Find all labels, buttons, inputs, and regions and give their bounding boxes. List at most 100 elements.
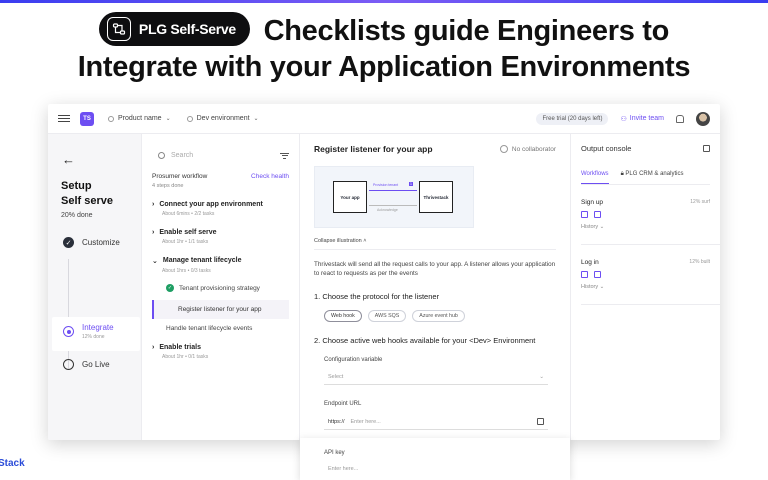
provision-arrow	[369, 190, 417, 191]
step-customize[interactable]: ✓ Customize	[63, 237, 120, 248]
group-enable-self-serve[interactable]: › Enable self serve About 1hr • 1/1 tasks	[152, 229, 289, 245]
event-name: Log in	[581, 259, 599, 266]
task-tenant-provisioning[interactable]: ✓ Tenant provisioning strategy	[166, 284, 289, 292]
group-title: Enable trials	[159, 344, 201, 351]
step-connector	[68, 259, 69, 319]
app-header: TS Product name ⌄ Dev environment ⌄ Free…	[48, 104, 720, 134]
collaborator-selector[interactable]: No collaborator	[499, 145, 556, 153]
bug-icon[interactable]	[581, 211, 588, 218]
url-placeholder: Enter here...	[350, 418, 381, 425]
trial-badge[interactable]: Free trial (20 days left)	[536, 112, 609, 125]
avatar[interactable]	[696, 111, 710, 126]
circle-icon	[63, 359, 74, 370]
invite-label: Invite team	[629, 115, 664, 122]
event-sign-up: Sign up 12% surf History ⌄	[581, 199, 710, 230]
task-detail-panel: Register listener for your app No collab…	[300, 134, 570, 440]
history-label: History	[581, 224, 599, 230]
group-enable-trials[interactable]: › Enable trials About 1hr • 0/1 tasks	[152, 344, 289, 360]
history-toggle[interactable]: History ⌄	[581, 284, 710, 290]
group-title: Enable self serve	[159, 229, 217, 236]
bell-icon[interactable]	[676, 114, 684, 123]
group-connect[interactable]: › Connect your app environment About 6min…	[152, 201, 289, 217]
task-register-listener[interactable]: Register listener for your app	[152, 300, 289, 319]
bug-icon[interactable]	[581, 271, 588, 278]
protocol-azure-event-hub[interactable]: Azure event hub	[412, 310, 465, 322]
task-label: Handle tenant lifecycle events	[166, 325, 253, 332]
api-key-input[interactable]: Enter here...	[328, 466, 570, 472]
your-app-box: Your app	[333, 181, 367, 213]
filter-icon[interactable]	[280, 152, 289, 159]
protocol-options: Web hook AWS SQS Azure event hub	[324, 310, 556, 322]
group-meta: About 1hr • 0/1 tasks	[162, 354, 209, 360]
setup-title: Setup Self serve	[61, 179, 113, 209]
monitor-icon[interactable]	[594, 211, 601, 218]
invite-team-button[interactable]: ⚇ Invite team	[620, 115, 664, 123]
acknowledge-arrow-label: Acknowledge	[377, 208, 398, 212]
collaborator-label: No collaborator	[511, 145, 556, 153]
endpoint-url-input[interactable]: https:// Enter here...	[324, 414, 548, 430]
task-handle-events[interactable]: Handle tenant lifecycle events	[166, 325, 289, 332]
copy-icon[interactable]	[537, 418, 544, 425]
monitor-icon[interactable]	[594, 271, 601, 278]
config-variable-select[interactable]: Select ⌄	[324, 369, 548, 385]
history-toggle[interactable]: History ⌄	[581, 224, 710, 230]
tab-label: PLG CRM & analytics	[625, 171, 684, 177]
workflow-heading-row: Prosumer workflow Check health	[152, 173, 289, 180]
top-accent-bar	[0, 0, 768, 3]
check-icon: ✓	[166, 284, 174, 292]
product-selector[interactable]: Product name ⌄	[108, 115, 171, 122]
environment-selector[interactable]: Dev environment ⌄	[186, 115, 259, 122]
hero-text-1: Checklists guide Engineers to	[263, 15, 670, 47]
chevron-right-icon: ›	[152, 201, 155, 208]
product-icon	[108, 115, 114, 122]
thrivestack-box: Thrivestack	[419, 181, 453, 213]
url-protocol: https://	[328, 418, 345, 425]
users-icon: ⚇	[620, 115, 627, 123]
group-meta: About 1hr • 1/1 tasks	[162, 239, 209, 245]
check-health-link[interactable]: Check health	[251, 173, 289, 180]
workflow-search[interactable]: Search	[158, 152, 289, 159]
expand-panel-icon[interactable]	[703, 145, 710, 152]
app-window: TS Product name ⌄ Dev environment ⌄ Free…	[48, 104, 720, 440]
event-meta: 12% surf	[690, 199, 710, 205]
collapse-illustration-toggle[interactable]: Collapse illustration ˄	[314, 238, 556, 250]
check-icon: ✓	[63, 237, 74, 248]
search-placeholder: Search	[171, 152, 194, 159]
group-title: Manage tenant lifecycle	[162, 257, 242, 264]
console-tabs: Workflows 🔒︎ PLG CRM & analytics	[581, 171, 710, 185]
environment-label: Dev environment	[196, 115, 250, 122]
chevron-down-icon: ⌄	[599, 284, 605, 290]
in-progress-icon	[63, 326, 74, 337]
setup-title-line-1: Setup	[61, 180, 92, 192]
workflow-heading: Prosumer workflow	[152, 173, 208, 180]
task-description: Thrivestack will send all the request ca…	[314, 261, 556, 277]
group-meta: About 6mins • 2/2 tasks	[162, 211, 215, 217]
task-title-row: Register listener for your app No collab…	[314, 144, 556, 154]
menu-icon[interactable]	[58, 114, 70, 123]
protocol-webhook[interactable]: Web hook	[324, 310, 362, 322]
step-label: Integrate	[82, 323, 114, 332]
step-integrate[interactable]: Integrate 12% done	[63, 323, 114, 340]
task-label: Tenant provisioning strategy	[179, 284, 260, 292]
event-meta: 12% built	[689, 259, 710, 265]
api-key-overflow-panel: API key Enter here...	[300, 438, 570, 480]
protocol-aws-sqs[interactable]: AWS SQS	[367, 310, 407, 322]
select-placeholder: Select	[328, 373, 344, 380]
step-text: Integrate 12% done	[82, 323, 114, 340]
tab-workflows[interactable]: Workflows	[581, 171, 609, 184]
chevron-up-icon: ˄	[363, 238, 367, 244]
back-arrow-icon[interactable]: ←	[62, 152, 75, 167]
chevron-down-icon: ⌄	[165, 116, 171, 122]
setup-rail: ← Setup Self serve 20% done ✓ Customize …	[48, 134, 142, 440]
group-manage-tenant[interactable]: ⌄ Manage tenant lifecycle About 1hrs • 0/…	[152, 257, 289, 274]
collapse-label: Collapse illustration	[314, 238, 362, 244]
header-right: Free trial (20 days left) ⚇ Invite team	[536, 111, 710, 126]
step-label: Go Live	[82, 360, 110, 369]
step-go-live[interactable]: Go Live	[63, 359, 110, 370]
divider	[581, 304, 720, 305]
hero-line-2: Integrate with your Application Environm…	[77, 51, 691, 83]
environment-icon	[186, 115, 193, 122]
group-title: Connect your app environment	[159, 201, 263, 208]
tab-plg-crm[interactable]: 🔒︎ PLG CRM & analytics	[621, 171, 684, 184]
hero-heading: PLG Self-Serve Checklists guide Engineer…	[0, 12, 768, 85]
